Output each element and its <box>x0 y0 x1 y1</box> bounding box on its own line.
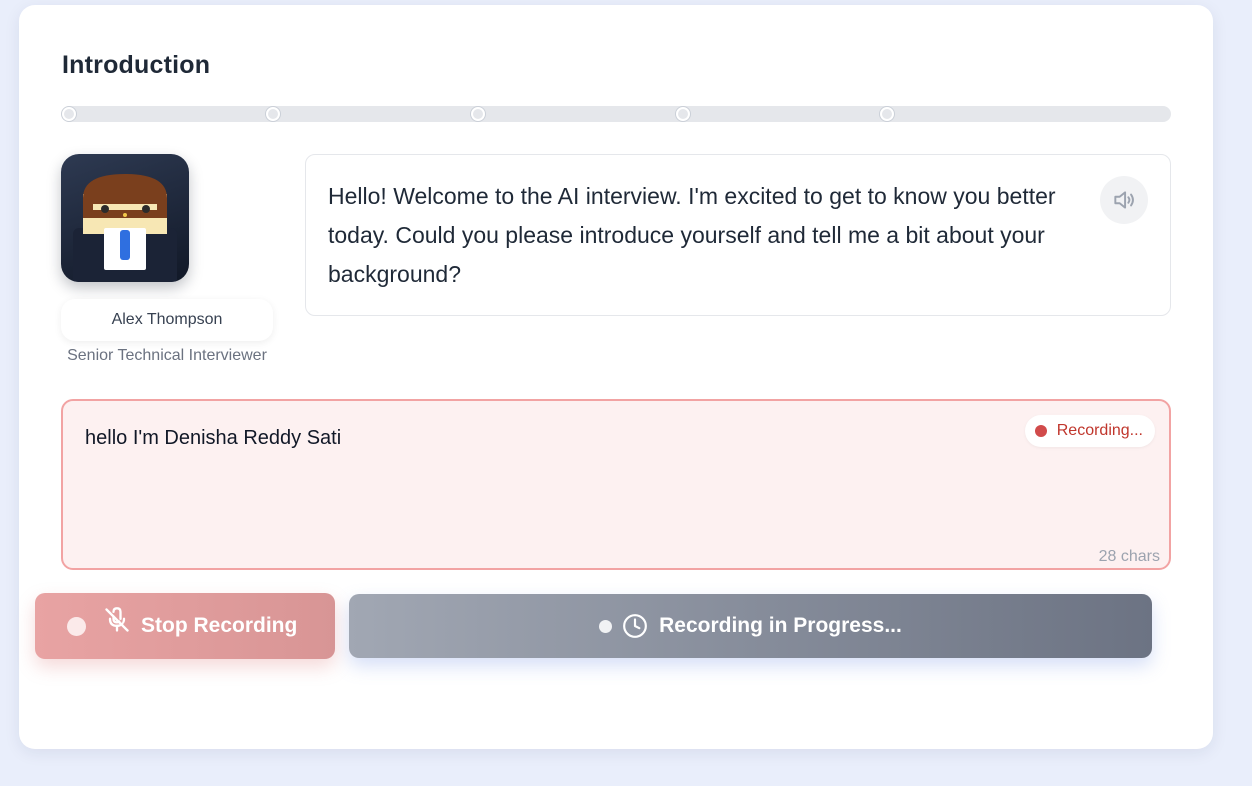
recording-dot-icon <box>1034 425 1047 437</box>
recording-progress-label: Recording in Progress... <box>659 614 902 637</box>
recording-status-badge: Recording... <box>1024 415 1155 447</box>
char-count: 28 chars <box>1098 548 1160 565</box>
pulse-dot-icon <box>67 616 86 636</box>
progress-step-4 <box>676 107 690 121</box>
play-question-button[interactable] <box>1100 176 1148 224</box>
progress-track <box>62 106 1171 122</box>
interviewer-avatar <box>61 154 189 282</box>
question-box: Hello! Welcome to the AI interview. I'm … <box>305 154 1171 316</box>
progress-step-5 <box>880 107 894 121</box>
answer-transcript-box[interactable]: hello I'm Denisha Reddy Sati Recording..… <box>61 399 1171 570</box>
progress-step-1 <box>62 107 76 121</box>
recording-status-label: Recording... <box>1056 422 1143 439</box>
mic-off-icon <box>105 607 129 632</box>
progress-step-2 <box>266 107 280 121</box>
answer-transcript: hello I'm Denisha Reddy Sati <box>85 427 342 449</box>
progress-step-3 <box>471 107 485 121</box>
interviewer-name: Alex Thompson <box>61 299 273 341</box>
stop-recording-label: Stop Recording <box>141 614 298 637</box>
stop-recording-button[interactable]: Stop Recording <box>35 593 335 659</box>
question-text: Hello! Welcome to the AI interview. I'm … <box>328 183 1056 287</box>
recording-progress-button[interactable]: Recording in Progress... <box>349 594 1152 658</box>
section-title: Introduction <box>62 51 211 79</box>
speaker-icon <box>1114 191 1134 209</box>
interviewer-role: Senior Technical Interviewer <box>67 347 267 364</box>
clock-icon <box>623 614 648 638</box>
pulse-dot-icon <box>599 619 613 633</box>
interviewer-avatar-icon <box>73 174 177 282</box>
